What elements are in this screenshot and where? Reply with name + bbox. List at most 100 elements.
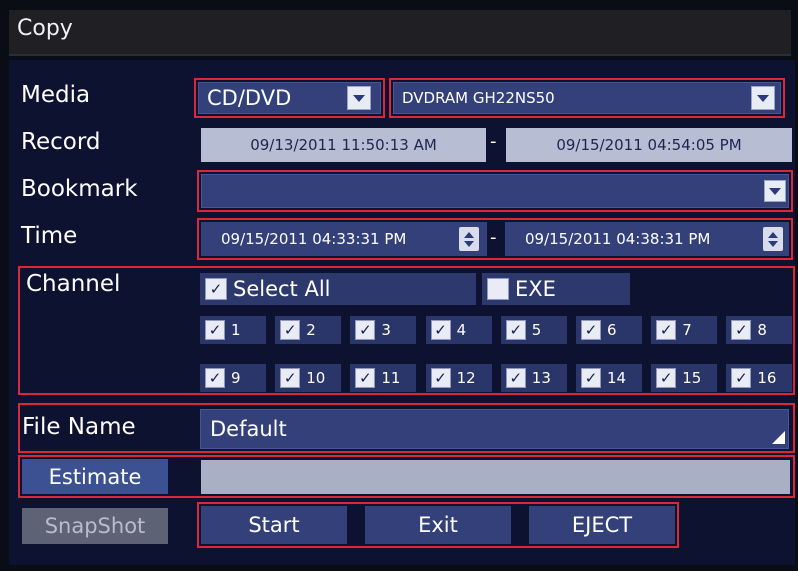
- checkbox-box: ✓: [430, 368, 451, 388]
- chevron-down-icon: [353, 94, 365, 102]
- checkbox-box: ✓: [205, 320, 225, 340]
- record-end-field: 09/15/2011 04:54:05 PM: [506, 128, 792, 162]
- record-separator: -: [490, 131, 497, 152]
- channel-checkbox[interactable]: ✓ 4: [425, 316, 492, 344]
- channel-number: 6: [607, 321, 617, 339]
- file-name-label: File Name: [22, 414, 136, 440]
- media-label: Media: [21, 82, 91, 108]
- file-name-select[interactable]: Default: [200, 409, 789, 449]
- eject-button[interactable]: EJECT: [529, 506, 675, 544]
- media-type-value: CD/DVD: [207, 86, 292, 110]
- estimate-result-bar: [201, 460, 790, 494]
- time-end-field[interactable]: 09/15/2011 04:38:31 PM: [505, 222, 789, 256]
- file-name-value: Default: [210, 417, 287, 441]
- checkbox-box: ✓: [731, 368, 752, 388]
- checkbox-box: ✓: [731, 320, 752, 340]
- estimate-button-label: Estimate: [48, 464, 142, 489]
- channel-checkbox[interactable]: ✓ 2: [275, 316, 342, 344]
- channel-number: 11: [381, 369, 401, 387]
- exe-checkbox[interactable]: EXE: [482, 273, 630, 305]
- time-end-spinner[interactable]: [763, 227, 783, 251]
- start-button-label: Start: [248, 513, 300, 537]
- channel-number: 3: [381, 321, 391, 339]
- channel-checkbox[interactable]: ✓ 1: [200, 316, 266, 344]
- estimate-button[interactable]: Estimate: [22, 459, 168, 494]
- record-start-field: 09/13/2011 11:50:13 AM: [201, 128, 486, 162]
- checkbox-box: ✓: [656, 368, 677, 388]
- title-bar: [9, 10, 791, 56]
- chevron-down-icon: [757, 94, 769, 102]
- channel-number: 8: [757, 321, 767, 339]
- channel-number: 14: [607, 369, 627, 387]
- checkbox-box: ✓: [505, 320, 526, 340]
- window-title: Copy: [17, 16, 73, 41]
- channel-number: 4: [456, 321, 467, 339]
- channel-number: 12: [456, 369, 476, 387]
- channel-number: 2: [306, 321, 316, 339]
- checkbox-box: ✓: [280, 320, 301, 340]
- checkbox-box: [487, 278, 509, 300]
- channel-label: Channel: [26, 271, 121, 297]
- checkbox-box: ✓: [581, 368, 601, 388]
- channel-number: 1: [231, 321, 241, 339]
- snapshot-button-label: SnapShot: [44, 514, 146, 538]
- channel-checkbox[interactable]: ✓ 8: [726, 316, 793, 344]
- channel-checkbox[interactable]: ✓ 16: [726, 364, 793, 392]
- channel-checkbox[interactable]: ✓ 7: [651, 316, 718, 344]
- increment-arrow-icon: [464, 231, 474, 238]
- bookmark-select[interactable]: [201, 174, 789, 208]
- record-label: Record: [21, 129, 101, 155]
- checkbox-box: ✓: [280, 368, 301, 388]
- corner-arrow-icon: [772, 431, 785, 444]
- checkbox-box: ✓: [205, 368, 225, 388]
- eject-button-label: EJECT: [571, 513, 633, 537]
- increment-arrow-icon: [768, 231, 778, 238]
- checkbox-box: ✓: [355, 368, 376, 388]
- checkbox-box: ✓: [430, 320, 451, 340]
- media-type-dropdown-button[interactable]: [347, 86, 371, 110]
- select-all-checkbox[interactable]: ✓ Select All: [200, 273, 476, 305]
- channel-checkbox[interactable]: ✓ 15: [651, 364, 718, 392]
- checkbox-box: ✓: [355, 320, 376, 340]
- exit-button-label: Exit: [418, 513, 458, 537]
- bookmark-dropdown-button[interactable]: [764, 180, 786, 202]
- decrement-arrow-icon: [768, 240, 778, 247]
- exe-label: EXE: [515, 277, 556, 301]
- channel-checkbox[interactable]: ✓ 3: [350, 316, 417, 344]
- channel-checkbox[interactable]: ✓ 5: [500, 316, 567, 344]
- channel-checkbox[interactable]: ✓ 11: [350, 364, 417, 392]
- checkbox-box: ✓: [581, 320, 601, 340]
- channel-number: 15: [682, 369, 702, 387]
- time-end-value: 09/15/2011 04:38:31 PM: [525, 230, 711, 248]
- snapshot-button[interactable]: SnapShot: [22, 508, 168, 544]
- bookmark-label: Bookmark: [21, 176, 138, 202]
- time-start-spinner[interactable]: [459, 227, 479, 251]
- channel-number: 9: [231, 369, 241, 387]
- time-start-value: 09/15/2011 04:33:31 PM: [221, 230, 407, 248]
- media-device-value: DVDRAM GH22NS50: [402, 89, 555, 107]
- channel-checkbox[interactable]: ✓ 14: [576, 364, 642, 392]
- time-separator: -: [490, 227, 497, 248]
- time-label: Time: [21, 223, 78, 249]
- channel-checkbox[interactable]: ✓ 12: [425, 364, 492, 392]
- channel-number: 7: [682, 321, 692, 339]
- checkbox-box: ✓: [205, 278, 227, 300]
- checkbox-box: ✓: [656, 320, 677, 340]
- decrement-arrow-icon: [464, 240, 474, 247]
- channel-number: 10: [306, 369, 326, 387]
- time-start-field[interactable]: 09/15/2011 04:33:31 PM: [201, 222, 487, 256]
- chevron-down-icon: [769, 187, 781, 195]
- channel-number: 13: [531, 369, 551, 387]
- channel-checkbox[interactable]: ✓ 10: [275, 364, 342, 392]
- channel-checkbox[interactable]: ✓ 13: [500, 364, 567, 392]
- start-button[interactable]: Start: [201, 506, 347, 544]
- media-device-dropdown-button[interactable]: [751, 86, 775, 110]
- exit-button[interactable]: Exit: [365, 506, 511, 544]
- channel-number: 5: [531, 321, 542, 339]
- media-device-select[interactable]: DVDRAM GH22NS50: [393, 82, 781, 114]
- checkbox-box: ✓: [505, 368, 526, 388]
- channel-checkbox[interactable]: ✓ 9: [200, 364, 266, 392]
- select-all-label: Select All: [233, 277, 331, 301]
- channel-number: 16: [757, 369, 777, 387]
- channel-checkbox[interactable]: ✓ 6: [576, 316, 642, 344]
